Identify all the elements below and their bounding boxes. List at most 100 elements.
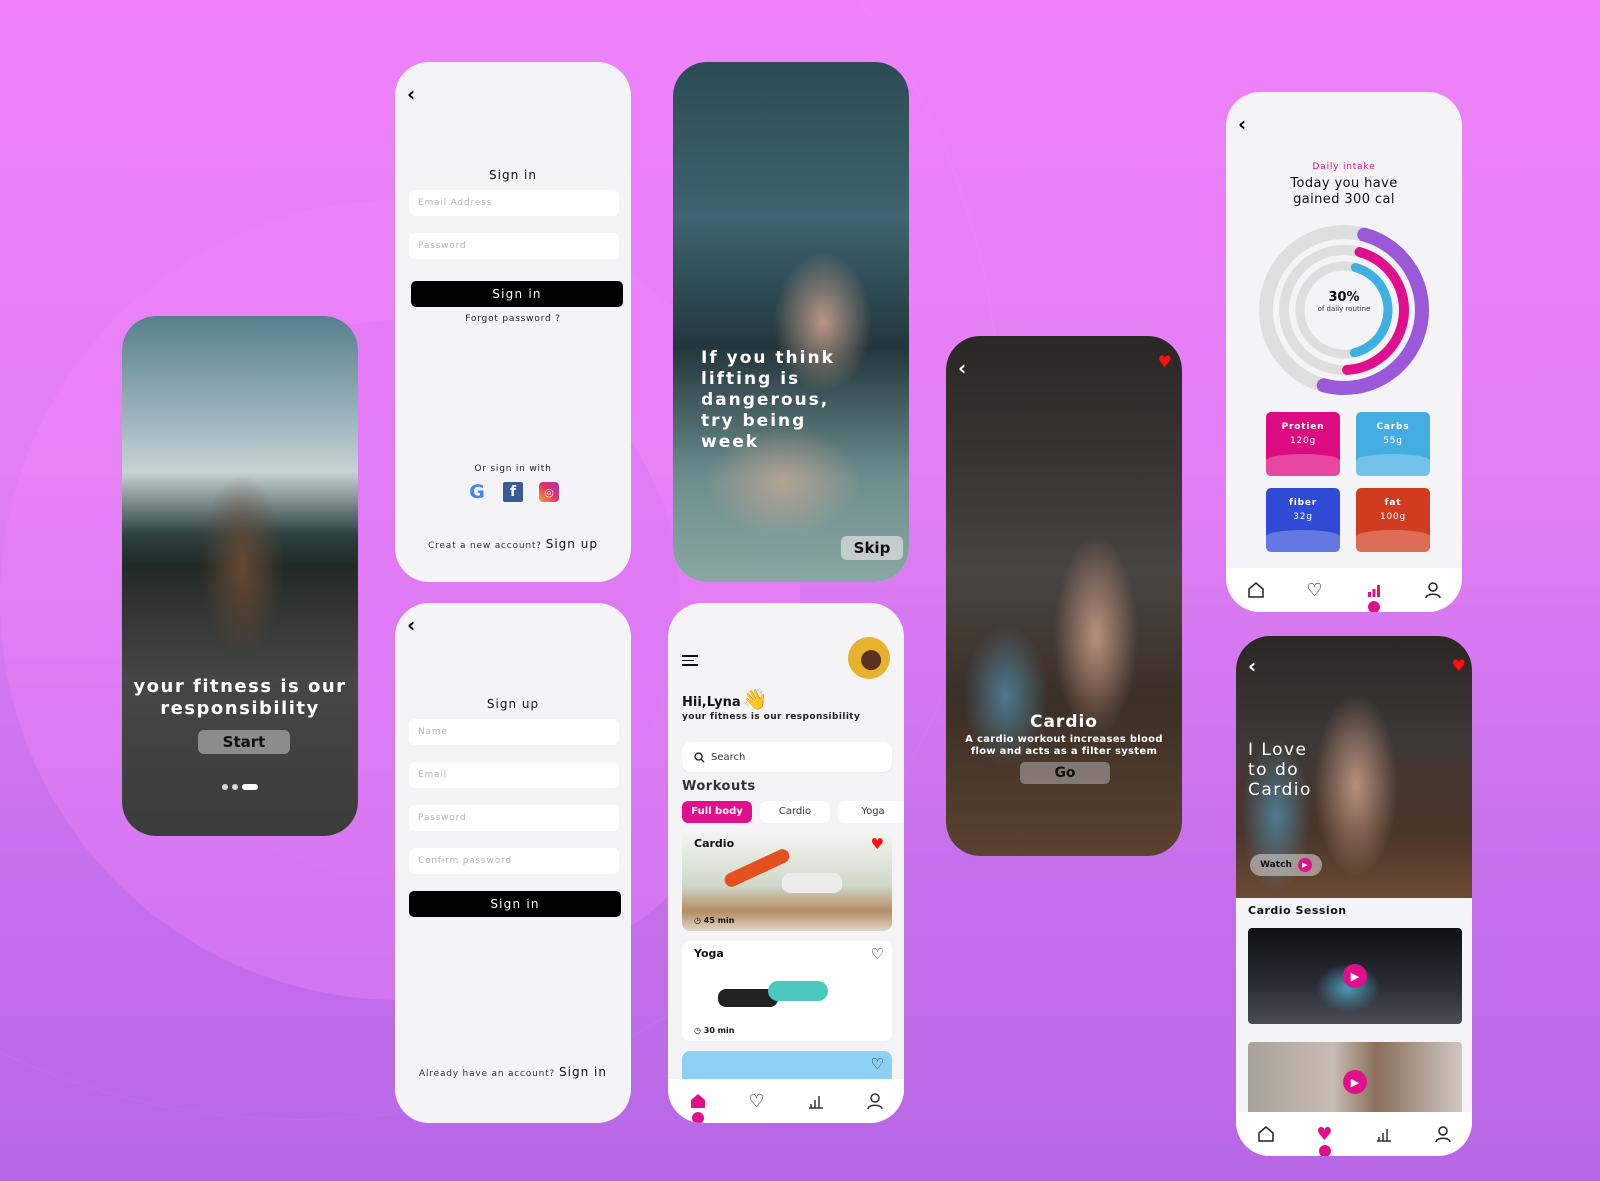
tab-cardio[interactable]: Cardio bbox=[760, 801, 830, 823]
signup-submit-button[interactable]: Sign in bbox=[409, 891, 621, 917]
nav-home[interactable] bbox=[687, 1090, 709, 1123]
signin-row: Already have an account? Sign in bbox=[395, 1065, 631, 1079]
onboarding-screen: your fitness is our responsibility Start bbox=[122, 316, 358, 836]
nav-profile[interactable] bbox=[1422, 579, 1444, 601]
heart-filled-icon[interactable]: ♥ bbox=[871, 835, 884, 853]
heart-outline-icon: ♡ bbox=[748, 1090, 765, 1112]
password-field[interactable] bbox=[409, 233, 619, 259]
chevron-left-icon[interactable]: ‹ bbox=[407, 84, 415, 104]
nav-stats[interactable] bbox=[805, 1090, 827, 1112]
nav-favorites[interactable]: ♡ bbox=[1304, 579, 1326, 601]
nav-profile[interactable] bbox=[1432, 1123, 1454, 1145]
signin-link[interactable]: Sign in bbox=[559, 1065, 607, 1079]
quote-line: dangerous, bbox=[701, 390, 830, 410]
active-indicator bbox=[691, 1112, 704, 1123]
cardio-description: A cardio workout increases blood flow an… bbox=[946, 734, 1182, 758]
search-input[interactable]: Search bbox=[682, 742, 892, 772]
macro-card-protein[interactable]: Protien 120g bbox=[1266, 412, 1340, 476]
nav-home[interactable] bbox=[1255, 1123, 1277, 1145]
bar-chart-icon bbox=[1376, 1129, 1391, 1142]
forgot-password-link[interactable]: Forgot password ? bbox=[395, 314, 631, 324]
description-line: A cardio workout increases blood bbox=[965, 734, 1163, 745]
signup-link[interactable]: Sign up bbox=[546, 537, 598, 551]
avatar[interactable] bbox=[848, 637, 890, 679]
email-field[interactable] bbox=[409, 190, 619, 216]
profile-icon bbox=[1424, 582, 1441, 599]
profile-icon bbox=[1434, 1126, 1451, 1143]
chevron-left-icon[interactable]: ‹ bbox=[1238, 114, 1246, 134]
signup-title: Sign up bbox=[486, 697, 540, 711]
intake-label: Daily intake bbox=[1312, 162, 1376, 172]
description-line: flow and acts as a filter system bbox=[970, 746, 1158, 757]
page-dot[interactable] bbox=[222, 784, 228, 790]
nav-stats[interactable] bbox=[1373, 1123, 1395, 1145]
signin-button[interactable]: Sign in bbox=[411, 281, 623, 307]
quote-line: If you think bbox=[701, 348, 835, 368]
workout-title: Cardio bbox=[694, 837, 735, 850]
progress-rings: 30% of daily routine bbox=[1258, 224, 1430, 396]
hero-line: to do bbox=[1248, 760, 1300, 780]
video-card[interactable]: ▶ bbox=[1248, 1042, 1462, 1122]
hero-line: Cardio bbox=[1248, 780, 1312, 800]
macro-value: 120g bbox=[1289, 436, 1317, 446]
workout-title: Yoga bbox=[694, 947, 724, 960]
watch-button[interactable]: Watch ▶ bbox=[1250, 854, 1322, 876]
menu-icon[interactable] bbox=[682, 655, 698, 669]
instagram-icon[interactable]: ◎ bbox=[539, 482, 559, 502]
tab-full-body[interactable]: Full body bbox=[682, 801, 752, 823]
macro-card-fat[interactable]: fat 100g bbox=[1356, 488, 1430, 552]
nav-profile[interactable] bbox=[864, 1090, 886, 1112]
greeting-text: Hii,Lyna bbox=[682, 695, 741, 710]
macro-value: 100g bbox=[1379, 512, 1407, 522]
heart-outline-icon[interactable]: ♡ bbox=[871, 945, 884, 963]
page-dot-active[interactable] bbox=[242, 784, 258, 790]
session-title: Cardio Session bbox=[1248, 904, 1347, 917]
athlete-photo bbox=[122, 316, 358, 836]
chevron-left-icon[interactable]: ‹ bbox=[1248, 656, 1256, 676]
bottom-nav: ♡ bbox=[1226, 568, 1462, 612]
play-icon[interactable]: ▶ bbox=[1343, 964, 1367, 988]
heart-filled-icon[interactable]: ♥ bbox=[1452, 656, 1466, 675]
macro-value: 32g bbox=[1293, 512, 1313, 522]
hero-title: I Love to do Cardio bbox=[1248, 740, 1312, 800]
chevron-left-icon[interactable]: ‹ bbox=[407, 615, 415, 635]
bar-chart-icon bbox=[1367, 585, 1380, 597]
go-button[interactable]: Go bbox=[1020, 762, 1110, 784]
heart-filled-icon: ♥ bbox=[1316, 1123, 1333, 1145]
play-icon[interactable]: ▶ bbox=[1343, 1070, 1367, 1094]
google-icon[interactable]: G bbox=[467, 481, 487, 503]
macro-card-fiber[interactable]: fiber 32g bbox=[1266, 488, 1340, 552]
chevron-left-icon[interactable]: ‹ bbox=[958, 358, 966, 378]
password-field[interactable] bbox=[409, 805, 619, 831]
workout-figure bbox=[782, 873, 842, 893]
macro-card-carbs[interactable]: Carbs 55g bbox=[1356, 412, 1430, 476]
page-indicator bbox=[122, 784, 358, 790]
signup-screen: ‹ Sign up Sign in Already have an accoun… bbox=[395, 603, 631, 1123]
nav-favorites[interactable]: ♥ bbox=[1314, 1123, 1336, 1156]
macro-name: Carbs bbox=[1376, 422, 1410, 432]
social-label: Or sign in with bbox=[474, 464, 552, 474]
heart-outline-icon[interactable]: ♡ bbox=[871, 1055, 884, 1073]
nav-stats[interactable] bbox=[1363, 579, 1385, 612]
tab-yoga[interactable]: Yoga bbox=[838, 801, 904, 823]
name-field[interactable] bbox=[409, 719, 619, 745]
percent-sub: of daily routine bbox=[1317, 305, 1371, 313]
page-dot[interactable] bbox=[232, 784, 238, 790]
workout-duration: ◷ 30 min bbox=[694, 1026, 734, 1035]
start-button[interactable]: Start bbox=[198, 730, 290, 754]
macro-value: 55g bbox=[1383, 436, 1403, 446]
video-card[interactable]: ▶ bbox=[1248, 928, 1462, 1024]
workout-card-yoga[interactable]: Yoga ♡ ◷ 30 min bbox=[682, 941, 892, 1041]
skip-button[interactable]: Skip bbox=[841, 536, 903, 560]
email-field[interactable] bbox=[409, 762, 619, 788]
watch-label: Watch bbox=[1260, 860, 1292, 870]
daily-intake-screen: ‹ Daily intake Today you have gained 300… bbox=[1226, 92, 1462, 612]
heart-filled-icon[interactable]: ♥ bbox=[1158, 352, 1172, 371]
confirm-password-field[interactable] bbox=[409, 848, 619, 874]
workout-card-cardio[interactable]: Cardio ♥ ◷ 45 min bbox=[682, 831, 892, 931]
duration-text: 45 min bbox=[703, 916, 735, 925]
facebook-icon[interactable]: f bbox=[503, 482, 523, 502]
home-icon bbox=[1257, 1126, 1274, 1142]
nav-home[interactable] bbox=[1245, 579, 1267, 601]
nav-favorites[interactable]: ♡ bbox=[746, 1090, 768, 1112]
